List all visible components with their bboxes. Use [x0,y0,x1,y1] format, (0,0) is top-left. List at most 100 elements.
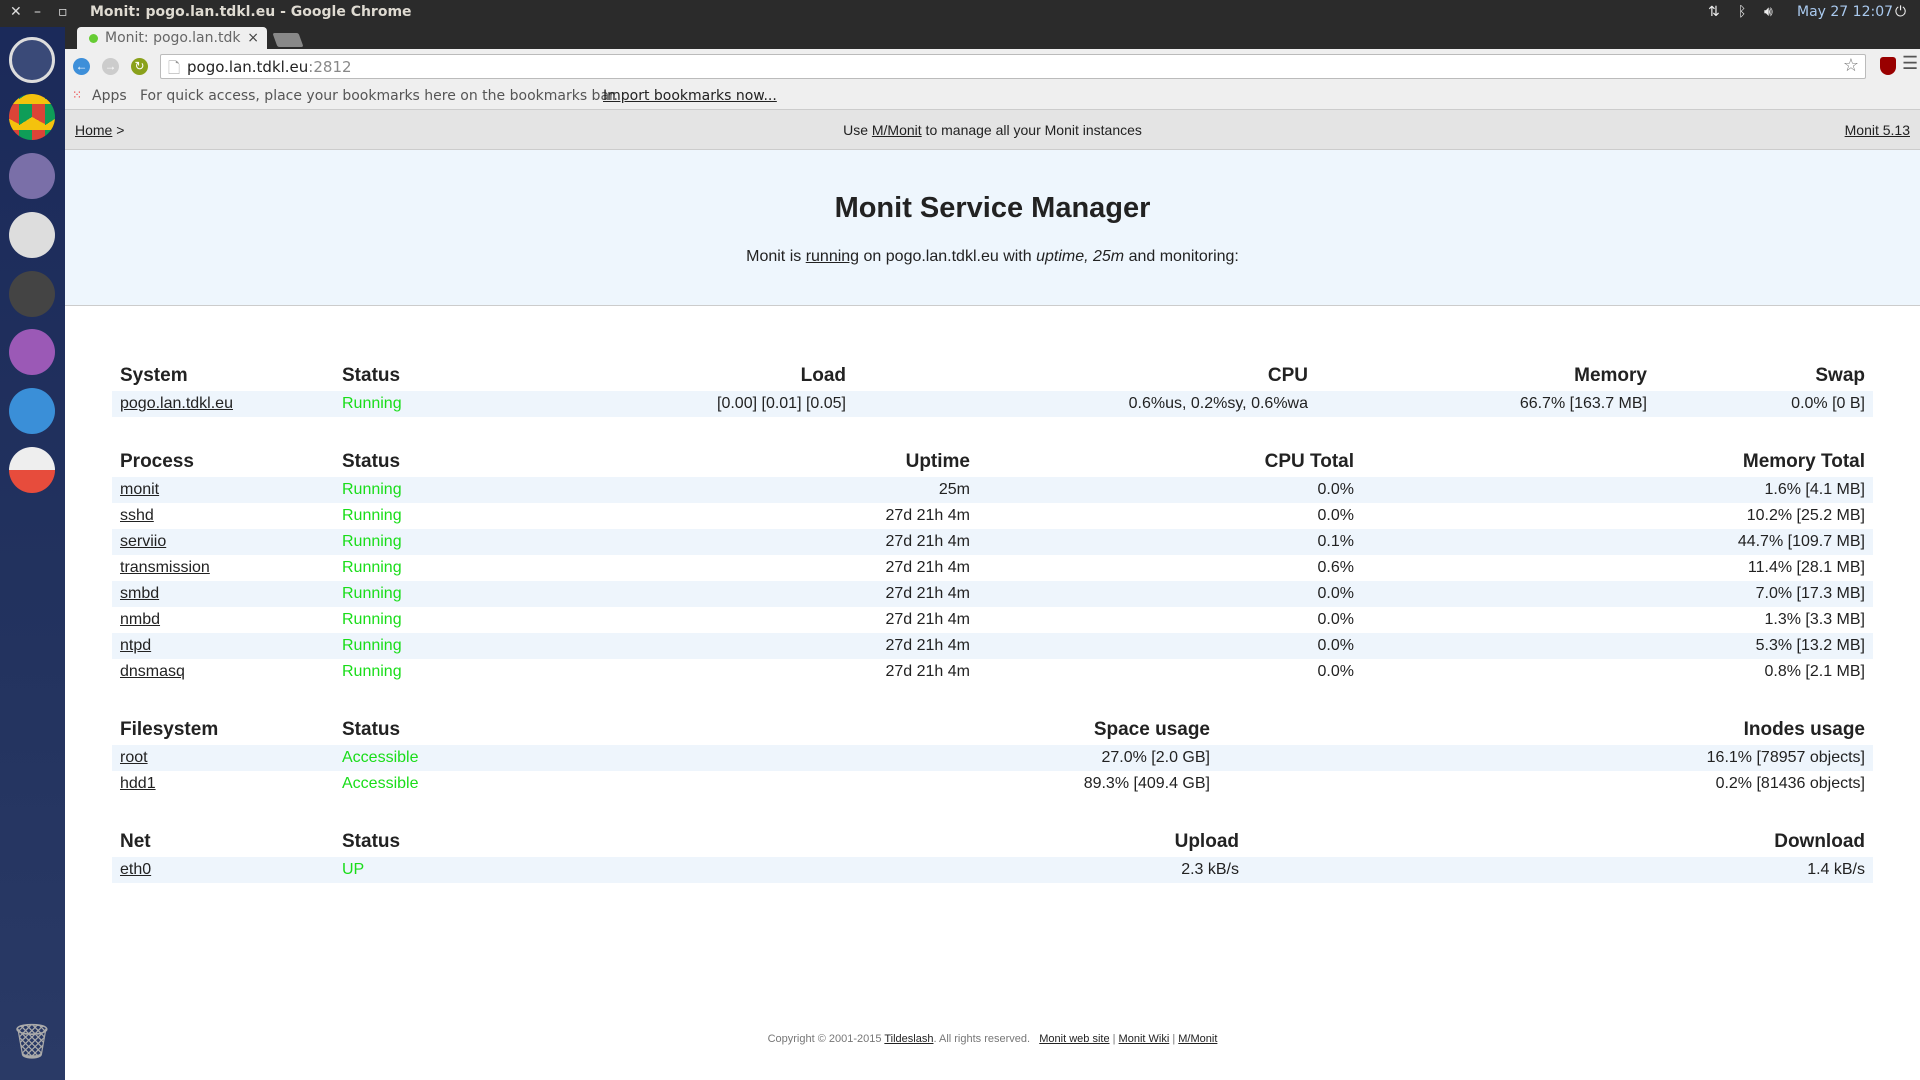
monit-version-link[interactable]: Monit 5.13 [1845,122,1910,138]
chrome-icon[interactable] [9,94,55,140]
value-cell: 0.0% [0 B] [1791,395,1865,412]
column-header: Filesystem [120,719,219,740]
value-cell: 1.6% [4.1 MB] [1764,481,1866,498]
bluetooth-icon[interactable]: ᛒ [1738,4,1746,20]
service-link[interactable]: ntpd [120,637,151,654]
copyright-text: Copyright © 2001-2015 [767,1033,885,1045]
tab-strip: Monit: pogo.lan.tdk × [65,27,1920,49]
tildeslash-link[interactable]: Tildeslash [884,1033,933,1045]
value-cell: 0.0% [1317,663,1354,680]
value-cell: [0.00] [0.01] [0.05] [717,395,846,412]
ubuntu-dash-icon[interactable] [9,37,55,83]
column-header: Inodes usage [1743,719,1865,740]
service-link[interactable]: monit [120,481,159,498]
value-cell: 0.6% [1317,559,1354,576]
service-link[interactable]: transmission [120,559,210,576]
disk-usage-icon[interactable] [9,447,55,493]
new-tab-button[interactable] [272,33,304,47]
value-cell: 44.7% [109.7 MB] [1737,533,1865,550]
service-link[interactable]: smbd [120,585,159,602]
close-window-icon[interactable]: ✕ [10,4,22,20]
service-link[interactable]: hdd1 [120,775,156,792]
status-cell: Accessible [342,749,419,766]
bookmarks-bar: ⁙ Apps For quick access, place your book… [65,84,1920,110]
service-link[interactable]: sshd [120,507,154,524]
ublock-icon[interactable] [1880,57,1896,75]
table-row: monit Running 25m 0.0% 1.6% [4.1 MB] [112,477,1873,503]
status-cell: Running [342,637,402,654]
service-link[interactable]: dnsmasq [120,663,185,680]
page-title: Monit Service Manager [834,192,1151,224]
minimize-window-icon[interactable]: – [34,4,41,20]
address-bar[interactable]: 🗋 pogo.lan.tdkl.eu:2812 ☆ [160,54,1866,79]
maximize-window-icon[interactable]: ▫ [58,4,68,20]
url-port: :2812 [308,58,352,76]
text-editor-icon[interactable] [9,329,55,375]
service-link[interactable]: serviio [120,533,166,550]
value-cell: 7.0% [17.3 MB] [1755,585,1865,602]
browser-toolbar: ← → ↻ 🗋 pogo.lan.tdkl.eu:2812 ☆ ☰ [65,49,1920,84]
net-header-row: Net Status Upload Download [112,827,1873,857]
status-cell: Running [342,585,402,602]
column-header: Status [342,451,401,472]
back-icon[interactable]: ← [73,58,90,75]
filesystem-header-row: Filesystem Status Space usage Inodes usage [112,715,1873,745]
browser-tab[interactable]: Monit: pogo.lan.tdk × [77,27,267,49]
system-header-row: System Status Load CPU Memory Swap [112,361,1873,391]
footer: Copyright © 2001-2015 Tildeslash. All ri… [65,1033,1920,1045]
process-table: Process Status Uptime CPU Total Memory Total… [112,447,1873,685]
clock[interactable]: May 27 12:07 [1797,4,1893,20]
service-link[interactable]: root [120,749,148,766]
table-row: eth0 UP 2.3 kB/s 1.4 kB/s [112,857,1873,883]
value-cell: 0.0% [1317,507,1354,524]
import-bookmarks-link[interactable]: Import bookmarks now... [603,88,777,104]
trash-icon[interactable]: 🗑︎ [9,1022,55,1068]
column-header: Space usage [1093,719,1210,740]
favicon-icon [89,34,98,43]
tab-title: Monit: pogo.lan.tdk [105,30,241,46]
messaging-icon[interactable] [9,388,55,434]
service-link[interactable]: eth0 [120,861,151,878]
page-header: Monit Service Manager Monit is running o… [65,150,1920,306]
service-link[interactable]: pogo.lan.tdkl.eu [120,395,233,412]
settings-toggle-icon[interactable] [9,212,55,258]
name-cell: sshd [112,503,334,529]
table-row: serviio Running 27d 21h 4m 0.1% 44.7% [109.7… [112,529,1873,555]
files-icon[interactable] [9,153,55,199]
value-cell: 27d 21h 4m [885,663,970,680]
network-icon[interactable]: ⇅ [1708,4,1720,20]
name-cell: monit [112,477,334,503]
name-cell: hdd1 [112,771,334,797]
column-header: Uptime [905,451,970,472]
monit-website-link[interactable]: Monit web site [1039,1033,1109,1045]
value-cell: 10.2% [25.2 MB] [1746,507,1865,524]
column-header: System [120,365,188,386]
reload-icon[interactable]: ↻ [131,58,148,75]
volume-icon[interactable]: 🔊︎ [1764,4,1773,20]
net-table: Net Status Upload Download eth0 UP 2.3 kB/s 1.4… [112,827,1873,883]
service-link[interactable]: nmbd [120,611,160,628]
value-cell: 0.6%us, 0.2%sy, 0.6%wa [1128,395,1308,412]
column-header: Status [342,365,401,386]
status-cell: Running [342,663,402,680]
launcher: 🗑︎ [0,27,65,1080]
column-header: Process [120,451,194,472]
power-icon[interactable]: ⏻ [1895,4,1906,20]
monit-wiki-link[interactable]: Monit Wiki [1119,1033,1170,1045]
status-cell: Running [342,559,402,576]
bookmark-star-icon[interactable]: ☆ [1843,55,1859,76]
footer-mmonit-link[interactable]: M/Monit [1178,1033,1217,1045]
mmonit-link[interactable]: M/Monit [872,122,922,138]
value-cell: 0.8% [2.1 MB] [1764,663,1866,680]
terminal-icon[interactable] [9,271,55,317]
apps-link[interactable]: Apps [92,88,127,104]
column-header: Load [800,365,846,386]
apps-icon[interactable]: ⁙ [72,88,82,102]
name-cell: smbd [112,581,334,607]
table-row: hdd1 Accessible 89.3% [409.4 GB] 0.2% [8143… [112,771,1873,797]
menu-icon[interactable]: ☰ [1902,53,1918,74]
forward-icon[interactable]: → [102,58,119,75]
close-tab-icon[interactable]: × [247,30,259,46]
running-link[interactable]: running [806,248,859,265]
system-table: System Status Load CPU Memory Swap pogo.lan.td… [112,361,1873,417]
